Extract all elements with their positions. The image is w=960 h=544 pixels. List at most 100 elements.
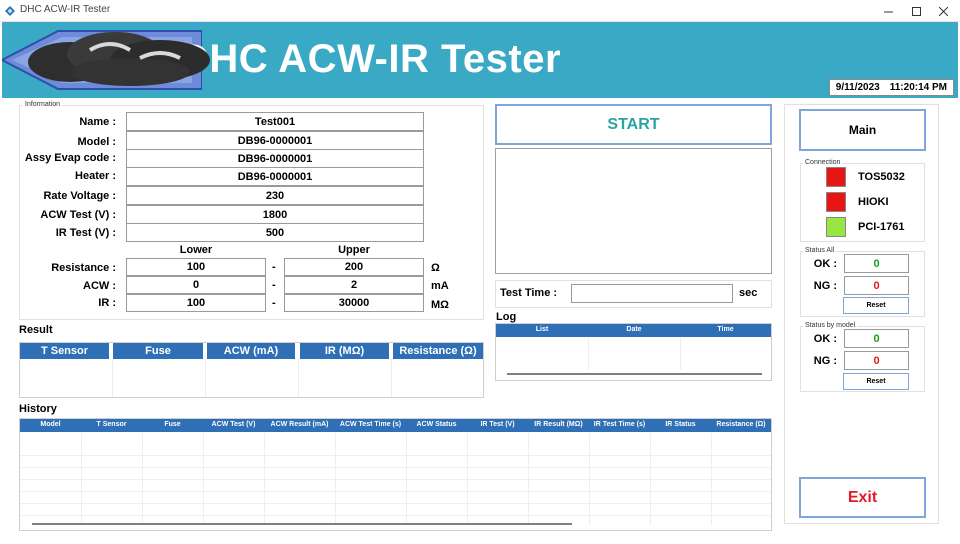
sec-label: sec — [739, 287, 758, 299]
ir-test-voltage-field[interactable]: 500 — [126, 223, 424, 242]
log-horizontal-scrollbar[interactable] — [507, 373, 762, 375]
maximize-icon — [911, 6, 921, 16]
connection-caption: Connection — [803, 159, 843, 166]
ir-dash: - — [272, 297, 276, 309]
acw-test-voltage-label: ACW Test (V) : — [40, 209, 116, 221]
result-header-resistance: Resistance (Ω) — [393, 343, 483, 359]
hioki-label: HIOKI — [858, 196, 889, 208]
exit-button[interactable]: Exit — [799, 477, 926, 518]
rate-voltage-field[interactable]: 230 — [126, 186, 424, 205]
log-header-date: Date — [626, 326, 642, 333]
ir-upper-field[interactable]: 30000 — [284, 294, 424, 312]
acw-dash: - — [272, 279, 276, 291]
status-model-ng-label: NG : — [813, 355, 837, 367]
heater-field[interactable]: DB96-0000001 — [126, 167, 424, 186]
acw-upper-field[interactable]: 2 — [284, 276, 424, 294]
minimize-button[interactable] — [877, 2, 899, 20]
model-label: Model : — [77, 136, 117, 148]
status-model-reset-button[interactable]: Reset — [843, 373, 909, 390]
test-status-panel — [495, 148, 772, 274]
result-header-acw: ACW (mA) — [207, 343, 295, 359]
current-date: 9/11/2023 — [835, 82, 880, 93]
status-all-ok-value: 0 — [844, 254, 909, 273]
log-header-time: Time — [717, 326, 734, 333]
history-header-acw-test: ACW Test (V) — [211, 421, 256, 428]
status-model-caption: Status by model — [803, 322, 858, 329]
acw-range-label: ACW : — [83, 280, 116, 292]
status-all-ng-value: 0 — [844, 276, 909, 295]
history-header-row: Model T Sensor Fuse ACW Test (V) ACW Res… — [20, 419, 771, 432]
history-header-ir-result: IR Result (MΩ) — [534, 421, 583, 428]
start-button[interactable]: START — [495, 104, 772, 145]
model-field[interactable]: DB96-0000001 — [126, 131, 424, 150]
result-header-t-sensor: T Sensor — [20, 343, 109, 359]
result-header-ir: IR (MΩ) — [300, 343, 389, 359]
name-field[interactable]: Test001 — [126, 112, 424, 131]
current-time: 11:20:14 PM — [889, 82, 947, 93]
maximize-button[interactable] — [905, 2, 927, 20]
result-header-fuse: Fuse — [113, 343, 203, 359]
logo-cloud-icon — [28, 32, 210, 86]
status-model-ok-label: OK : — [813, 333, 837, 345]
pci1761-status-indicator — [826, 217, 846, 237]
main-button[interactable]: Main — [799, 109, 926, 151]
log-header-list: List — [535, 326, 549, 333]
history-table — [19, 418, 772, 531]
status-all-ng-label: NG : — [813, 280, 837, 292]
ir-unit: MΩ — [431, 299, 449, 311]
history-header-acw-result: ACW Result (mA) — [270, 421, 329, 428]
history-header-fuse: Fuse — [164, 421, 181, 428]
resistance-range-label: Resistance : — [51, 262, 116, 274]
close-window-button[interactable] — [932, 2, 954, 20]
window-titlebar: DHC ACW-IR Tester — [0, 0, 960, 22]
assy-evap-code-label: Assy Evap code : — [24, 152, 116, 164]
datetime-display: 9/11/2023 11:20:14 PM — [828, 79, 954, 96]
lower-header: Lower — [179, 244, 213, 256]
resistance-lower-field[interactable]: 100 — [126, 258, 266, 276]
tos5032-status-indicator — [826, 167, 846, 187]
history-header-acw-status: ACW Status — [416, 421, 457, 428]
close-icon — [938, 6, 948, 16]
history-horizontal-scrollbar[interactable] — [32, 523, 572, 525]
resistance-dash: - — [272, 261, 276, 273]
app-icon — [5, 6, 15, 16]
hioki-status-indicator — [826, 192, 846, 212]
test-time-field[interactable] — [571, 284, 733, 303]
ir-lower-field[interactable]: 100 — [126, 294, 266, 312]
heater-label: Heater : — [75, 170, 116, 182]
history-title: History — [19, 403, 57, 415]
acw-unit: mA — [431, 280, 449, 292]
ir-test-voltage-label: IR Test (V) : — [55, 227, 116, 239]
upper-header: Upper — [338, 244, 370, 256]
history-header-model: Model — [40, 421, 61, 428]
tos5032-label: TOS5032 — [858, 171, 905, 183]
name-label: Name : — [79, 116, 116, 128]
status-all-reset-button[interactable]: Reset — [843, 297, 909, 314]
history-header-resistance: Resistance (Ω) — [716, 421, 766, 428]
window-title: DHC ACW-IR Tester — [20, 4, 111, 15]
status-all-caption: Status All — [803, 247, 837, 254]
status-model-ok-value: 0 — [844, 329, 909, 348]
status-model-ng-value: 0 — [844, 351, 909, 370]
history-header-t-sensor: T Sensor — [96, 421, 127, 428]
log-title: Log — [496, 311, 517, 323]
app-title: DHC ACW-IR Tester — [180, 37, 562, 81]
resistance-upper-field[interactable]: 200 — [284, 258, 424, 276]
acw-lower-field[interactable]: 0 — [126, 276, 266, 294]
log-header-row: List Date Time — [496, 324, 771, 337]
rate-voltage-label: Rate Voltage : — [43, 190, 116, 202]
acw-test-voltage-field[interactable]: 1800 — [126, 205, 424, 224]
history-header-ir-test: IR Test (V) — [480, 421, 515, 428]
result-title: Result — [19, 324, 53, 336]
history-header-ir-test-time: IR Test Time (s) — [593, 421, 646, 428]
information-caption: Information — [23, 101, 63, 108]
minimize-icon — [883, 11, 893, 12]
assy-evap-code-field[interactable]: DB96-0000001 — [126, 149, 424, 168]
test-time-label: Test Time : — [500, 287, 558, 299]
history-header-ir-status: IR Status — [665, 421, 696, 428]
history-header-acw-test-time: ACW Test Time (s) — [339, 421, 402, 428]
header-banner: DHC ACW-IR Tester 9/11/2023 11:20:14 PM — [2, 22, 958, 98]
pci1761-label: PCI-1761 — [858, 221, 905, 233]
resistance-unit: Ω — [431, 262, 440, 274]
status-all-ok-label: OK : — [813, 258, 837, 270]
